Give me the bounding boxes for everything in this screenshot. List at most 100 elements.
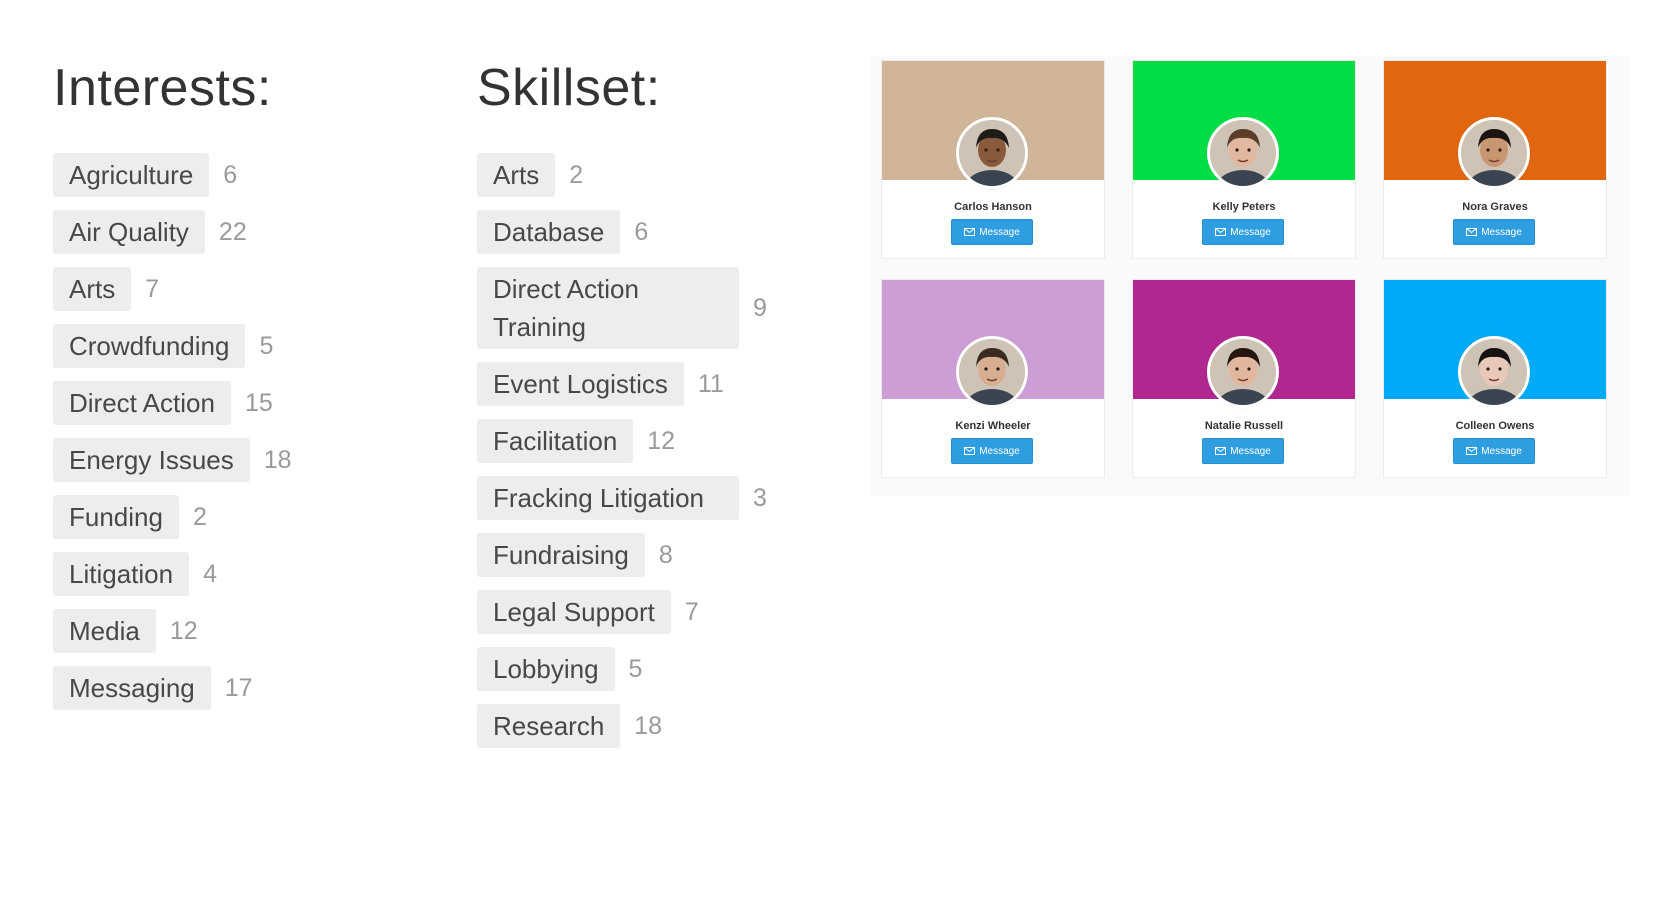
tag-label[interactable]: Research xyxy=(477,704,621,748)
envelope-icon xyxy=(1215,228,1227,236)
person-card: Carlos Hanson Message xyxy=(881,60,1105,259)
tag-row: Litigation 4 xyxy=(53,552,433,596)
message-button[interactable]: Message xyxy=(951,219,1033,245)
tag-row: Research 18 xyxy=(477,704,817,748)
envelope-icon xyxy=(1215,447,1227,455)
tag-row: Energy Issues 18 xyxy=(53,438,433,482)
tag-count: 4 xyxy=(203,560,217,588)
tag-count: 8 xyxy=(658,541,673,569)
tag-label[interactable]: Funding xyxy=(53,495,179,539)
avatar[interactable] xyxy=(956,117,1028,189)
tag-row: Messaging 17 xyxy=(53,666,433,710)
people-cards-panel: Carlos Hanson Message Kelly Peters Message N… xyxy=(870,56,1630,496)
tag-count: 5 xyxy=(259,332,274,360)
person-name: Colleen Owens xyxy=(1455,420,1535,432)
tag-row: Funding 2 xyxy=(53,495,433,539)
tag-row: Event Logistics 11 xyxy=(477,362,817,406)
person-name: Nora Graves xyxy=(1462,201,1528,213)
envelope-icon xyxy=(1466,447,1478,455)
tag-row: Legal Support 7 xyxy=(477,590,817,634)
avatar[interactable] xyxy=(1458,117,1530,189)
tag-row: Crowdfunding 5 xyxy=(53,324,433,368)
message-button-label: Message xyxy=(1481,226,1522,238)
tag-count: 2 xyxy=(192,503,207,531)
message-button-label: Message xyxy=(979,226,1020,238)
skillset-title: Skillset: xyxy=(477,59,661,117)
tag-count: 3 xyxy=(753,484,767,512)
message-button-label: Message xyxy=(1230,226,1271,238)
person-card: Natalie Russell Message xyxy=(1132,279,1356,478)
person-name: Kenzi Wheeler xyxy=(955,420,1031,432)
avatar[interactable] xyxy=(1207,336,1279,408)
envelope-icon xyxy=(964,228,976,236)
message-button[interactable]: Message xyxy=(951,438,1033,464)
tag-row: Fundraising 8 xyxy=(477,533,817,577)
tag-label[interactable]: Energy Issues xyxy=(53,438,250,482)
interests-tag-list: Agriculture 6 Air Quality 22 Arts 7 Crowdfundi… xyxy=(53,153,433,723)
interests-title: Interests: xyxy=(53,59,272,117)
tag-count: 18 xyxy=(263,446,292,474)
tag-label[interactable]: Event Logistics xyxy=(477,362,684,406)
person-card: Nora Graves Message xyxy=(1383,60,1607,259)
tag-label[interactable]: Legal Support xyxy=(477,590,671,634)
tag-row: Direct Action 15 xyxy=(53,381,433,425)
tag-label[interactable]: Crowdfunding xyxy=(53,324,246,368)
person-name: Natalie Russell xyxy=(1204,420,1284,432)
envelope-icon xyxy=(1466,228,1478,236)
tag-count: 11 xyxy=(697,370,724,398)
tag-count: 18 xyxy=(634,712,663,740)
message-button[interactable]: Message xyxy=(1202,219,1284,245)
tag-count: 7 xyxy=(684,598,699,626)
tag-row: Facilitation 12 xyxy=(477,419,817,463)
tag-count: 17 xyxy=(224,674,253,702)
avatar[interactable] xyxy=(956,336,1028,408)
tag-count: 7 xyxy=(145,275,160,303)
person-name: Kelly Peters xyxy=(1212,201,1276,213)
message-button[interactable]: Message xyxy=(1202,438,1284,464)
tag-label[interactable]: Lobbying xyxy=(477,647,615,691)
envelope-icon xyxy=(964,447,976,455)
tag-row: Fracking Litigation 3 xyxy=(477,476,817,520)
tag-row: Arts 2 xyxy=(477,153,817,197)
tag-label[interactable]: Direct Action Training xyxy=(477,267,739,349)
message-button-label: Message xyxy=(1230,445,1271,457)
tag-label[interactable]: Agriculture xyxy=(53,153,210,197)
tag-count: 12 xyxy=(169,617,198,645)
tag-label[interactable]: Messaging xyxy=(53,666,211,710)
avatar[interactable] xyxy=(1207,117,1279,189)
tag-label[interactable]: Arts xyxy=(53,267,132,311)
tag-label[interactable]: Direct Action xyxy=(53,381,231,425)
tag-count: 22 xyxy=(218,218,247,246)
tag-row: Database 6 xyxy=(477,210,817,254)
tag-row: Arts 7 xyxy=(53,267,433,311)
person-name: Carlos Hanson xyxy=(954,201,1032,213)
tag-count: 12 xyxy=(647,427,676,455)
tag-row: Lobbying 5 xyxy=(477,647,817,691)
tag-count: 6 xyxy=(223,161,238,189)
tag-label[interactable]: Fundraising xyxy=(477,533,645,577)
tag-label[interactable]: Facilitation xyxy=(477,419,634,463)
skillset-tag-list: Arts 2 Database 6 Direct Action Training 9 Eve… xyxy=(477,153,817,761)
message-button-label: Message xyxy=(1481,445,1522,457)
message-button[interactable]: Message xyxy=(1453,219,1535,245)
tag-count: 6 xyxy=(634,218,649,246)
tag-label[interactable]: Fracking Litigation xyxy=(477,476,739,520)
tag-label[interactable]: Database xyxy=(477,210,621,254)
tag-row: Direct Action Training 9 xyxy=(477,267,817,349)
tag-label[interactable]: Arts xyxy=(477,153,556,197)
tag-count: 15 xyxy=(244,389,273,417)
avatar[interactable] xyxy=(1458,336,1530,408)
tag-row: Air Quality 22 xyxy=(53,210,433,254)
tag-count: 5 xyxy=(628,655,643,683)
tag-label[interactable]: Air Quality xyxy=(53,210,205,254)
tag-row: Media 12 xyxy=(53,609,433,653)
message-button[interactable]: Message xyxy=(1453,438,1535,464)
tag-label[interactable]: Media xyxy=(53,609,156,653)
tag-row: Agriculture 6 xyxy=(53,153,433,197)
person-card: Colleen Owens Message xyxy=(1383,279,1607,478)
tag-label[interactable]: Litigation xyxy=(53,552,190,596)
tag-count: 9 xyxy=(753,294,767,322)
person-card: Kelly Peters Message xyxy=(1132,60,1356,259)
tag-count: 2 xyxy=(569,161,584,189)
message-button-label: Message xyxy=(979,445,1020,457)
